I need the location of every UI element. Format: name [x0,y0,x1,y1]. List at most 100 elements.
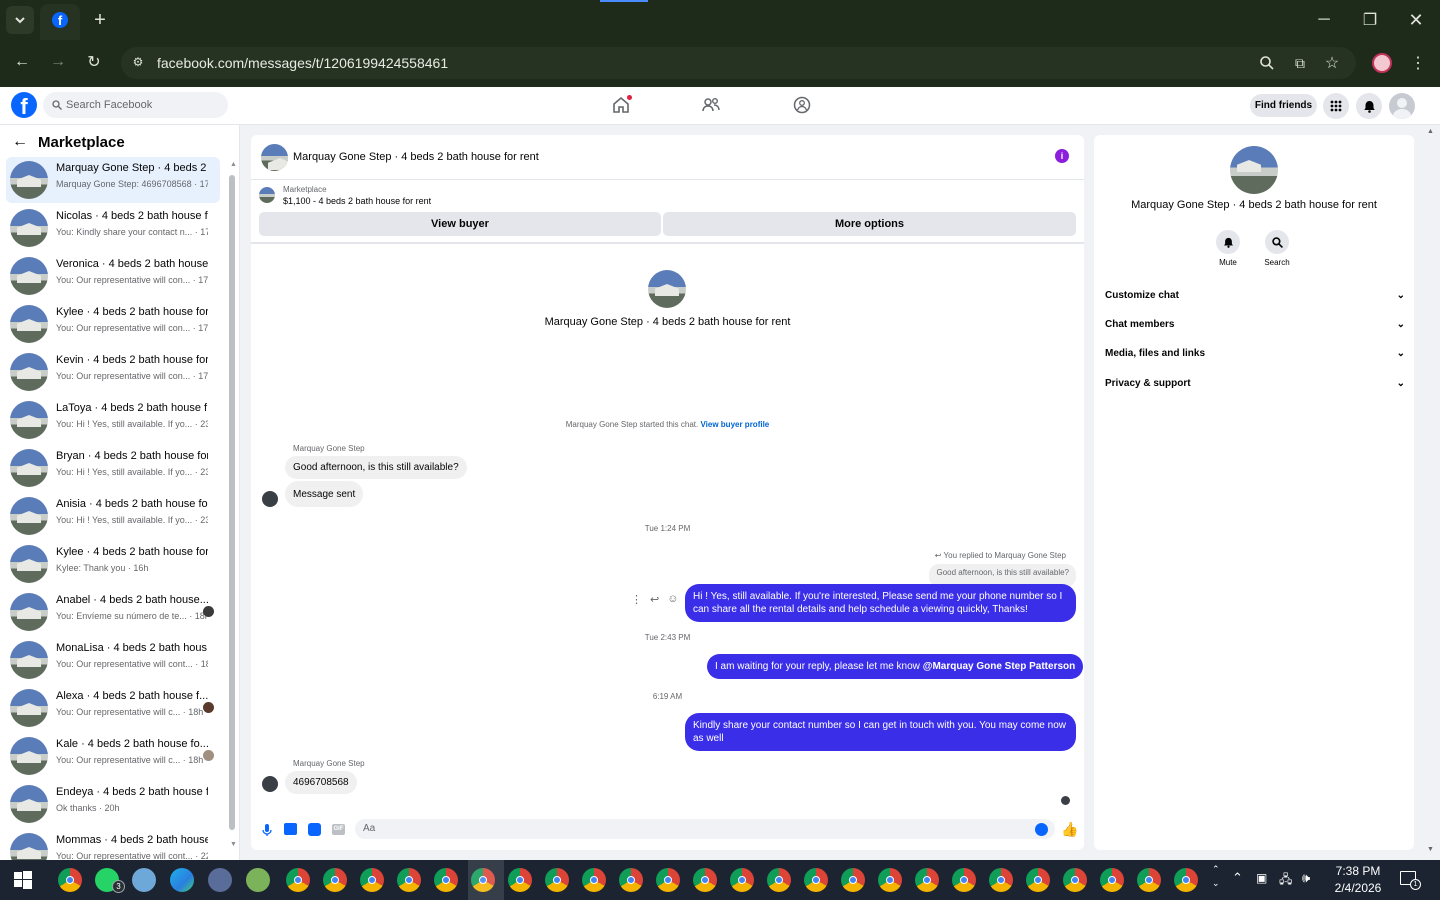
mute-button[interactable] [1216,230,1240,254]
incoming-message[interactable]: 4696708568 [285,771,357,794]
listing-thumbnail[interactable] [259,187,275,203]
conversation-item[interactable]: Alexa · 4 beds 2 bath house f... You: Our… [6,685,220,731]
reply-icon[interactable]: ↩ [650,593,659,606]
photo-app-icon[interactable] [208,868,232,892]
more-actions-icon[interactable]: ⋮ [631,593,642,606]
chrome-window-icon[interactable] [915,868,939,892]
sender-avatar[interactable] [262,776,278,792]
install-app-icon[interactable]: ⧉ [1289,52,1311,74]
tray-overflow-icon[interactable]: ⌃ ⌄ [1212,862,1220,890]
sender-avatar[interactable] [262,491,278,507]
section-chat-members[interactable]: Chat members ⌄ [1105,319,1405,330]
back-arrow-icon[interactable]: ← [12,133,28,151]
conversation-item[interactable]: Kale · 4 beds 2 bath house fo... You: Our… [6,733,220,779]
microphone-icon[interactable] [261,823,273,837]
volume-icon[interactable]: 🕪 [1302,870,1310,886]
conversation-item[interactable]: Kevin · 4 beds 2 bath house for... You: O… [6,349,220,395]
back-icon[interactable]: ← [10,50,34,74]
start-button[interactable] [14,871,32,889]
conversation-item[interactable]: LaToya · 4 beds 2 bath house f... You: Hi… [6,397,220,443]
conversation-item[interactable]: Endeya · 4 beds 2 bath house f... Ok than… [6,781,220,827]
view-buyer-button[interactable]: View buyer [259,212,661,236]
notifications-button[interactable] [1356,93,1382,119]
site-info-icon[interactable]: ⚙ [128,52,148,72]
clock-date[interactable]: 2/4/2026 [1326,881,1390,895]
zoom-icon[interactable] [1256,52,1278,74]
chrome-window-icon[interactable] [286,868,310,892]
chat-title[interactable]: Marquay Gone Step · 4 beds 2 bath house … [293,151,539,163]
account-avatar[interactable] [1389,93,1415,119]
chrome-window-icon[interactable] [619,868,643,892]
conversation-item[interactable]: MonaLisa · 4 beds 2 bath hous... You: Our… [6,637,220,683]
outgoing-message[interactable]: Kindly share your contact number so I ca… [685,713,1076,751]
search-input[interactable]: Search Facebook [43,92,228,118]
meet-now-icon[interactable]: ▣ [1256,871,1267,885]
profile-avatar[interactable] [1372,53,1392,73]
chrome-window-icon[interactable] [656,868,680,892]
chrome-window-icon[interactable] [323,868,347,892]
clock-time[interactable]: 7:38 PM [1326,864,1390,878]
chrome-app-icon[interactable] [58,868,82,892]
react-icon[interactable]: ☺ [667,593,678,606]
keyboard-app-icon[interactable] [132,868,156,892]
conversation-item[interactable]: Anabel · 4 beds 2 bath house... You: Enví… [6,589,220,635]
nav-friends[interactable] [700,95,726,117]
nav-groups[interactable] [792,95,818,117]
chrome-window-icon[interactable] [1174,868,1198,892]
url-text[interactable]: facebook.com/messages/t/1206199424558461 [157,55,448,71]
emoji-icon[interactable] [1035,823,1048,836]
section-privacy-support[interactable]: Privacy & support ⌄ [1105,378,1405,389]
minimize-button[interactable]: ─ [1312,8,1336,32]
conversation-item[interactable]: Anisia · 4 beds 2 bath house fo... You: H… [6,493,220,539]
conversation-item[interactable]: Mommas · 4 beds 2 bath house... You: Our … [6,829,220,860]
nav-home[interactable] [608,95,634,117]
new-tab-button[interactable]: + [88,8,112,32]
mention[interactable]: @Marquay Gone Step Patterson [923,661,1076,672]
facebook-logo[interactable]: f [11,92,37,118]
outgoing-message[interactable]: I am waiting for your reply, please let … [707,654,1084,679]
like-icon[interactable]: 👍 [1061,821,1078,838]
details-avatar[interactable] [1230,146,1278,194]
chrome-window-icon[interactable] [1063,868,1087,892]
outgoing-message[interactable]: Hi ! Yes, still available. If you're int… [685,584,1076,622]
view-buyer-profile-link[interactable]: View buyer profile [700,420,769,429]
scrollbar-thumb[interactable] [229,175,235,830]
page-scroll-up[interactable]: ▲ [1427,128,1434,135]
facebook-tab[interactable]: f [40,4,80,40]
scrollbar[interactable]: ▲ ▼ [228,161,237,851]
restore-button[interactable]: ❐ [1358,8,1382,32]
notepad-app-icon[interactable] [246,868,270,892]
chrome-window-icon[interactable] [508,868,532,892]
conversation-item[interactable]: Nicolas · 4 beds 2 bath house f... You: K… [6,205,220,251]
tab-search-dropdown[interactable] [6,6,34,34]
chrome-window-icon[interactable] [841,868,865,892]
conversation-item[interactable]: Marquay Gone Step · 4 beds 2 ... Marquay … [6,157,220,203]
chrome-window-icon[interactable] [1026,868,1050,892]
listing-price[interactable]: $1,100 - 4 beds 2 bath house for rent [283,196,431,206]
incoming-message[interactable]: Good afternoon, is this still available? [285,456,467,479]
menu-grid-button[interactable] [1323,93,1349,119]
chrome-window-icon[interactable] [582,868,606,892]
conversation-item[interactable]: Veronica · 4 beds 2 bath house ... You: O… [6,253,220,299]
search-chat-button[interactable] [1265,230,1289,254]
section-media-files-links[interactable]: Media, files and links ⌄ [1105,348,1405,359]
conversation-item[interactable]: Kylee · 4 beds 2 bath house for... You: O… [6,301,220,347]
bookmark-star-icon[interactable]: ☆ [1321,52,1343,74]
chrome-window-icon[interactable] [360,868,384,892]
conversation-item[interactable]: Bryan · 4 beds 2 bath house for... You: H… [6,445,220,491]
forward-icon[interactable]: → [46,50,70,74]
chrome-window-icon[interactable] [730,868,754,892]
chrome-window-icon[interactable] [1100,868,1124,892]
chrome-window-icon[interactable] [804,868,828,892]
edge-app-icon[interactable] [170,868,194,892]
chat-header-avatar[interactable] [261,144,288,171]
reload-icon[interactable]: ↻ [82,50,106,74]
gif-icon[interactable]: GIF [332,824,345,835]
chrome-window-icon[interactable] [545,868,569,892]
chrome-window-icon[interactable] [989,868,1013,892]
message-input[interactable]: Aa [355,819,1055,839]
close-window-button[interactable]: ✕ [1404,8,1428,32]
browser-menu-icon[interactable]: ⋮ [1407,52,1429,74]
more-options-button[interactable]: More options [663,212,1076,236]
chrome-window-icon[interactable] [878,868,902,892]
